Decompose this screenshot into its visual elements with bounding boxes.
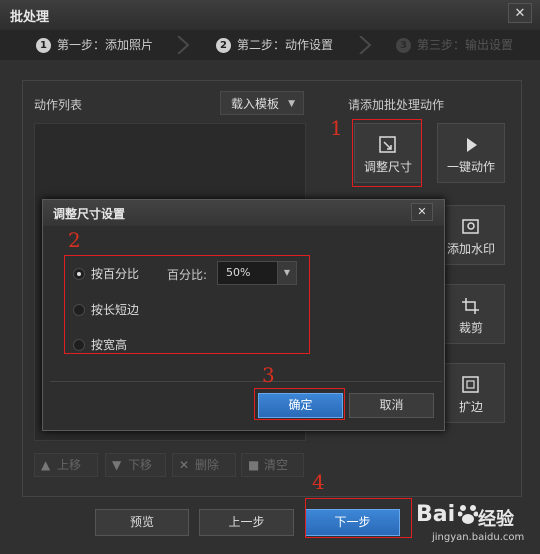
- clear-label: 清空: [264, 458, 289, 472]
- watermark-icon: [462, 219, 479, 234]
- step-3-label: 第三步：输出设置: [417, 38, 514, 52]
- title-bar: 批处理 ✕: [0, 0, 540, 30]
- expand-icon: [462, 376, 479, 393]
- window-title: 批处理: [10, 10, 50, 25]
- one-click-action-label: 一键动作: [446, 160, 495, 174]
- add-watermark-label: 添加水印: [446, 242, 495, 256]
- load-template-label: 载入模板: [231, 97, 280, 111]
- action-list-label: 动作列表: [34, 98, 83, 112]
- load-template-button[interactable]: 载入模板 ▼: [220, 91, 304, 115]
- delete-icon: ✕: [179, 458, 190, 472]
- move-down-button[interactable]: ▼ 下移: [105, 453, 166, 477]
- trash-icon: ■: [248, 458, 260, 472]
- crop-label: 裁剪: [458, 321, 483, 335]
- watermark-brand: Bai: [416, 502, 456, 527]
- previous-step-button[interactable]: 上一步: [199, 509, 294, 536]
- annotation-box-2: [64, 255, 310, 354]
- one-click-action-button[interactable]: 一键动作: [437, 123, 505, 183]
- annotation-number-2: 2: [68, 228, 81, 252]
- step-2-number: 2: [216, 37, 231, 53]
- step-3-number: 3: [396, 37, 411, 53]
- annotation-number-4: 4: [312, 470, 325, 494]
- dialog-close-button[interactable]: ✕: [411, 203, 433, 221]
- arrow-down-icon: ▼: [112, 458, 122, 472]
- add-watermark-button[interactable]: 添加水印: [437, 205, 505, 265]
- step-2-label: 第二步：动作设置: [237, 38, 334, 52]
- play-icon: [467, 138, 477, 152]
- chevron-down-icon: ▼: [288, 99, 295, 109]
- annotation-box-1: [352, 119, 422, 187]
- annotation-number-1: 1: [330, 116, 343, 140]
- window-close-button[interactable]: ✕: [508, 3, 532, 23]
- chevron-right-icon: [359, 36, 372, 54]
- cancel-button[interactable]: 取消: [349, 393, 434, 418]
- watermark-brand-suffix: 经验: [478, 509, 514, 530]
- step-1-label: 第一步：添加照片: [57, 38, 154, 52]
- delete-button[interactable]: ✕ 删除: [172, 453, 236, 477]
- annotation-box-4: [305, 498, 412, 538]
- move-up-label: 上移: [57, 458, 82, 472]
- step-3[interactable]: 3 第三步：输出设置: [396, 30, 513, 60]
- preview-button[interactable]: 预览: [95, 509, 189, 536]
- move-down-label: 下移: [128, 458, 153, 472]
- expand-border-label: 扩边: [458, 400, 483, 414]
- step-1-number: 1: [36, 37, 51, 53]
- paw-icon: [458, 505, 478, 524]
- crop-icon: [462, 298, 479, 314]
- watermark-url: jingyan.baidu.com: [432, 532, 525, 543]
- step-bar: 1 第一步：添加照片 2 第二步：动作设置 3 第三步：输出设置: [0, 30, 540, 60]
- expand-border-button[interactable]: 扩边: [437, 363, 505, 423]
- step-1[interactable]: 1 第一步：添加照片: [36, 30, 153, 60]
- crop-button[interactable]: 裁剪: [437, 284, 505, 344]
- dialog-title-bar: 调整尺寸设置 ✕: [43, 200, 444, 226]
- dialog-title: 调整尺寸设置: [53, 207, 126, 221]
- dialog-divider: [50, 381, 442, 382]
- clear-button[interactable]: ■ 清空: [241, 453, 304, 477]
- chevron-right-icon: [177, 36, 190, 54]
- step-2[interactable]: 2 第二步：动作设置: [216, 30, 333, 60]
- actions-prompt: 请添加批处理动作: [348, 98, 445, 112]
- annotation-number-3: 3: [262, 363, 275, 387]
- arrow-up-icon: ▲: [41, 458, 51, 472]
- move-up-button[interactable]: ▲ 上移: [34, 453, 98, 477]
- annotation-box-3: [254, 388, 345, 420]
- delete-label: 删除: [195, 458, 220, 472]
